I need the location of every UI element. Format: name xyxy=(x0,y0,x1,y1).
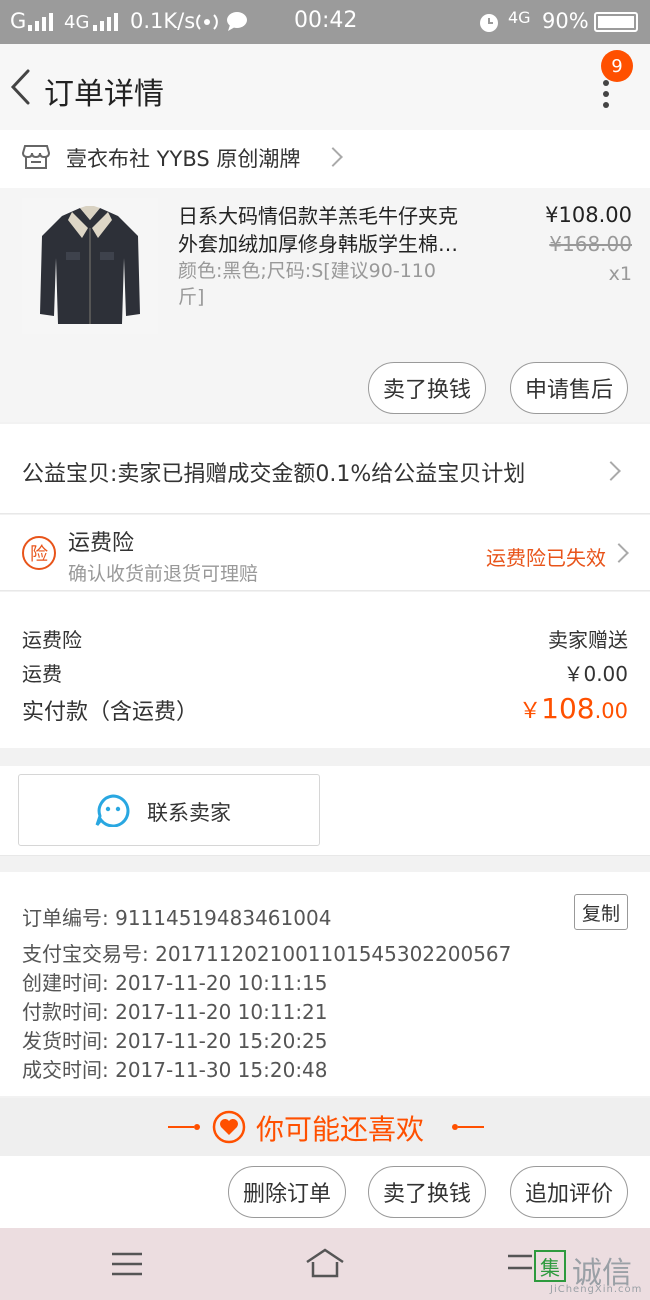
insurance-subtitle: 确认收货前退货可理赔 xyxy=(68,563,259,585)
chevron-right-icon xyxy=(323,147,343,167)
back-icon[interactable] xyxy=(506,1250,536,1274)
system-nav-bar: 集 诚信 JiChengXin.com xyxy=(0,1228,650,1300)
summary-value-1: 卖家赠送 xyxy=(548,628,628,652)
product-card: 日系大码情侣款羊羔毛牛仔夹克 外套加绒加厚修身韩版学生棉… 颜色:黑色;尺码:S… xyxy=(0,188,650,422)
contact-seller-button[interactable]: 联系卖家 xyxy=(18,774,320,846)
product-spec-line2: 斤] xyxy=(178,286,205,308)
speed-label: 0.1K/s xyxy=(130,9,196,33)
chevron-right-icon xyxy=(601,461,621,481)
contact-seller-label: 联系卖家 xyxy=(147,801,231,825)
total-int: 108 xyxy=(541,692,595,725)
created-time: 创建时间: 2017-11-20 10:11:15 xyxy=(22,971,328,995)
insurance-title: 运费险 xyxy=(68,531,135,556)
hotspot-icon xyxy=(196,14,218,30)
charity-row[interactable]: 公益宝贝:卖家已捐赠成交金额0.1%给公益宝贝计划 xyxy=(0,424,650,514)
chat-face-icon xyxy=(95,794,130,827)
notification-badge: 9 xyxy=(601,50,633,82)
total-dec: .00 xyxy=(594,699,628,723)
summary-label-2: 运费 xyxy=(22,662,62,686)
order-number: 订单编号: 91114519483461004 xyxy=(22,906,332,930)
product-price: ¥108.00 xyxy=(545,203,632,227)
network-label: 4G xyxy=(64,12,90,33)
battery-label: 90% xyxy=(542,9,589,33)
sell-button[interactable]: 卖了换钱 xyxy=(368,362,486,414)
recommend-banner: 你可能还喜欢 xyxy=(0,1098,650,1156)
right-dash-icon xyxy=(452,1124,484,1130)
page-title: 订单详情 xyxy=(44,77,164,112)
watermark-domain: JiChengXin.com xyxy=(550,1284,643,1295)
action-bar: 删除订单 卖了换钱 追加评价 xyxy=(0,1156,650,1228)
paid-time: 付款时间: 2017-11-20 10:11:21 xyxy=(22,1000,328,1024)
product-quantity: x1 xyxy=(608,263,632,285)
delete-order-button[interactable]: 删除订单 xyxy=(228,1166,346,1218)
copy-button[interactable]: 复制 xyxy=(574,894,628,930)
product-image[interactable] xyxy=(22,198,158,334)
watermark-logo: 集 xyxy=(534,1250,566,1282)
insurance-status: 运费险已失效 xyxy=(486,546,606,570)
completed-time: 成交时间: 2017-11-30 15:20:48 xyxy=(22,1058,328,1082)
carrier-label: G xyxy=(10,9,27,33)
signal2-icon xyxy=(93,13,118,31)
signal-icon xyxy=(28,13,53,31)
product-title[interactable]: 日系大码情侣款羊羔毛牛仔夹克 外套加绒加厚修身韩版学生棉… xyxy=(178,202,498,258)
back-arrow-icon[interactable] xyxy=(8,68,32,106)
shop-name: 壹衣布社 YYBS 原创潮牌 xyxy=(66,147,301,171)
more-icon[interactable] xyxy=(600,78,612,114)
alipay-trade-number: 支付宝交易号: 2017112021001101545302200567 xyxy=(22,942,512,966)
nav-bar: 订单详情 9 xyxy=(0,44,650,130)
jacket-image xyxy=(40,206,140,324)
heart-icon xyxy=(212,1110,246,1144)
battery-icon xyxy=(594,12,638,32)
summary-value-2: ￥0.00 xyxy=(563,662,628,686)
product-spec-line1: 颜色:黑色;尺码:S[建议90-110 xyxy=(178,260,436,282)
message-icon xyxy=(227,12,247,31)
product-original-price: ¥168.00 xyxy=(549,232,632,256)
total-amount: ￥108.00 xyxy=(519,692,628,725)
payment-summary: 运费险 卖家赠送 运费 ￥0.00 实付款（含运费） ￥108.00 xyxy=(0,592,650,748)
sell-button-bottom[interactable]: 卖了换钱 xyxy=(368,1166,486,1218)
summary-label-1: 运费险 xyxy=(22,628,82,652)
alarm-icon xyxy=(480,14,498,32)
product-title-line1: 日系大码情侣款羊羔毛牛仔夹克 xyxy=(178,204,458,228)
total-label: 实付款（含运费） xyxy=(22,700,199,725)
shop-icon xyxy=(22,145,50,169)
menu-icon[interactable] xyxy=(110,1250,144,1278)
aftersale-button[interactable]: 申请售后 xyxy=(510,362,628,414)
insurance-icon: 险 xyxy=(22,536,56,570)
chevron-right-icon xyxy=(609,543,629,563)
status-bar: G 4G 0.1K/s 00:42 4G 90% xyxy=(0,0,650,44)
product-title-line2: 外套加绒加厚修身韩版学生棉… xyxy=(178,232,458,256)
home-icon[interactable] xyxy=(303,1246,347,1280)
left-dash-icon xyxy=(168,1124,200,1130)
recommend-label: 你可能还喜欢 xyxy=(256,1113,425,1146)
shipped-time: 发货时间: 2017-11-20 15:20:25 xyxy=(22,1029,328,1053)
order-info: 订单编号: 91114519483461004 支付宝交易号: 20171120… xyxy=(0,872,650,1096)
total-symbol: ￥ xyxy=(519,699,542,724)
product-spec: 颜色:黑色;尺码:S[建议90-110 斤] xyxy=(178,258,478,310)
contact-section: 联系卖家 xyxy=(0,766,650,856)
add-review-button[interactable]: 追加评价 xyxy=(510,1166,628,1218)
shop-row[interactable]: 壹衣布社 YYBS 原创潮牌 xyxy=(0,130,650,188)
charity-text: 公益宝贝:卖家已捐赠成交金额0.1%给公益宝贝计划 xyxy=(22,462,526,487)
insurance-row[interactable]: 险 运费险 确认收货前退货可理赔 运费险已失效 xyxy=(0,515,650,591)
network2-label: 4G xyxy=(508,8,531,27)
clock-label: 00:42 xyxy=(294,8,358,33)
